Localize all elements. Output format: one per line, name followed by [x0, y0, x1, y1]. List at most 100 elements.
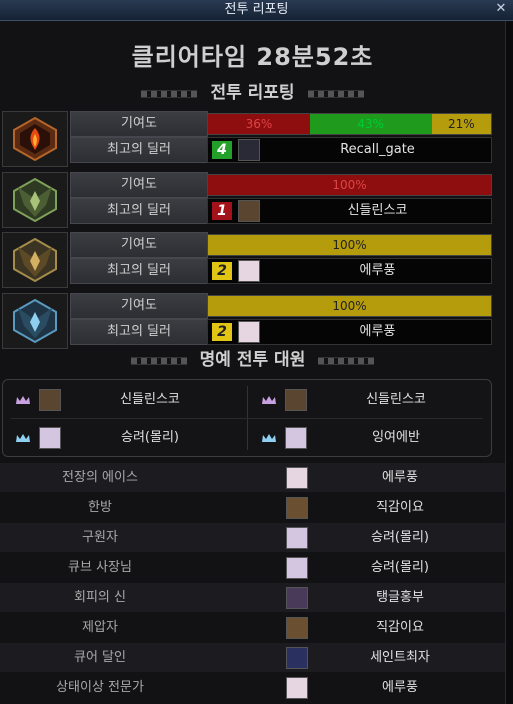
title-player: 승려(몰리)	[371, 530, 429, 545]
title-row: 큐브 사장님 승려(몰리)	[0, 553, 505, 582]
contribution-bar: 36% 43% 21%	[207, 113, 492, 135]
honor-member-name: 승려(몰리)	[121, 430, 179, 445]
title-player: 에루풍	[382, 470, 418, 485]
honor-member: 승려(몰리)	[3, 420, 243, 456]
ornament-left	[130, 356, 187, 365]
best-dealer-box: 2 에루풍	[207, 258, 492, 284]
avatar	[286, 617, 308, 639]
title-row: 전장의 에이스 에루풍	[0, 463, 505, 492]
contribution-segment: 100%	[208, 296, 491, 316]
title-player: 탱글홍부	[376, 590, 424, 605]
title-row: 상태이상 전문가 에루풍	[0, 673, 505, 702]
avatar	[286, 527, 308, 549]
clear-time: 클리어타임 28분52초	[131, 43, 374, 71]
green-blade-emblem-icon	[2, 172, 68, 228]
dealer-name: Recall_gate	[340, 142, 415, 157]
title-name: 전장의 에이스	[62, 470, 138, 485]
contribution-segment: 100%	[208, 235, 491, 255]
dealer-rank-badge: 1	[212, 202, 232, 220]
party-entry-1: 기여도 최고의 딜러 36% 43% 21% 4 Recall_gate	[0, 111, 505, 169]
title-player: 직감이요	[376, 500, 424, 515]
window-title: 전투 리포팅	[224, 2, 289, 17]
avatar	[285, 389, 307, 411]
avatar	[286, 647, 308, 669]
avatar	[39, 427, 61, 449]
party-entry-3: 기여도 최고의 딜러 100% 2 에루풍	[0, 232, 505, 290]
dealer-name: 에루풍	[359, 324, 396, 339]
party-entry-2: 기여도 최고의 딜러 100% 1 신들린스코	[0, 172, 505, 230]
avatar	[286, 497, 308, 519]
title-name: 한방	[88, 500, 112, 515]
divider	[11, 418, 483, 419]
contribution-segment: 21%	[431, 114, 491, 134]
crown-icon	[262, 396, 276, 404]
ornament-left	[141, 89, 198, 98]
title-name: 큐브 사장님	[68, 560, 132, 575]
contribution-label: 기여도	[70, 172, 208, 198]
crown-icon	[16, 434, 30, 442]
contribution-label: 기여도	[70, 293, 208, 319]
contribution-bar: 100%	[207, 234, 492, 256]
avatar	[286, 677, 308, 699]
dealer-rank-badge: 2	[212, 262, 232, 280]
avatar	[238, 139, 260, 161]
title-row: 제압자 직감이요	[0, 613, 505, 642]
best-dealer-box: 2 에루풍	[207, 319, 492, 345]
close-icon[interactable]: ✕	[493, 1, 509, 17]
title-row: 한방 직감이요	[0, 493, 505, 522]
title-name: 회피의 신	[74, 590, 126, 605]
avatar	[238, 321, 260, 343]
contribution-label: 기여도	[70, 232, 208, 258]
contribution-segment: 43%	[309, 114, 432, 134]
honor-member-name: 잉여에반	[372, 430, 420, 445]
ornament-right	[307, 89, 364, 98]
title-player: 승려(몰리)	[371, 560, 429, 575]
flame-emblem-icon	[2, 111, 68, 167]
best-dealer-box: 4 Recall_gate	[207, 137, 492, 163]
avatar	[285, 427, 307, 449]
dealer-rank-badge: 2	[212, 323, 232, 341]
best-dealer-label: 최고의 딜러	[70, 137, 208, 163]
ornament-right	[318, 356, 375, 365]
honor-header-text: 명예 전투 대원	[199, 350, 306, 370]
contribution-segment: 100%	[208, 175, 491, 195]
party-entry-4: 기여도 최고의 딜러 100% 2 에루풍	[0, 293, 505, 351]
avatar	[286, 587, 308, 609]
title-player: 직감이요	[376, 620, 424, 635]
honor-member-name: 신들린스코	[120, 392, 180, 407]
best-dealer-box: 1 신들린스코	[207, 198, 492, 224]
best-dealer-label: 최고의 딜러	[70, 319, 208, 345]
title-player: 에루풍	[382, 680, 418, 695]
contribution-bar: 100%	[207, 295, 492, 317]
contribution-label: 기여도	[70, 111, 208, 137]
contribution-segment: 36%	[208, 114, 310, 134]
avatar	[238, 260, 260, 282]
avatar	[286, 557, 308, 579]
reports-header: 전투 리포팅	[0, 81, 505, 105]
best-dealer-label: 최고의 딜러	[70, 198, 208, 224]
title-row: 큐어 달인 세인트최자	[0, 643, 505, 672]
avatar	[286, 467, 308, 489]
honor-member: 잉여에반	[249, 420, 489, 456]
gold-blade-emblem-icon	[2, 232, 68, 288]
honor-member: 신들린스코	[249, 382, 489, 418]
crown-icon	[262, 434, 276, 442]
best-dealer-label: 최고의 딜러	[70, 258, 208, 284]
honor-member: 신들린스코	[3, 382, 243, 418]
title-name: 상태이상 전문가	[56, 680, 144, 695]
avatar	[238, 200, 260, 222]
avatar	[39, 389, 61, 411]
contribution-bar: 100%	[207, 174, 492, 196]
title-name: 구원자	[82, 530, 118, 545]
blue-blade-emblem-icon	[2, 293, 68, 349]
window-titlebar: 전투 리포팅 ✕	[0, 0, 513, 21]
dealer-rank-badge: 4	[212, 141, 232, 159]
reports-header-text: 전투 리포팅	[210, 83, 295, 103]
title-name: 제압자	[82, 620, 118, 635]
dealer-name: 신들린스코	[347, 203, 408, 218]
title-row: 회피의 신 탱글홍부	[0, 583, 505, 612]
title-row: 구원자 승려(몰리)	[0, 523, 505, 552]
battle-report-panel: 클리어타임 28분52초 전투 리포팅 기여도 최고의 딜러 36% 43% 2…	[0, 21, 506, 704]
honor-members-box: 신들린스코 신들린스코 승려(몰리) 잉여에반	[2, 379, 492, 457]
dealer-name: 에루풍	[359, 263, 396, 278]
